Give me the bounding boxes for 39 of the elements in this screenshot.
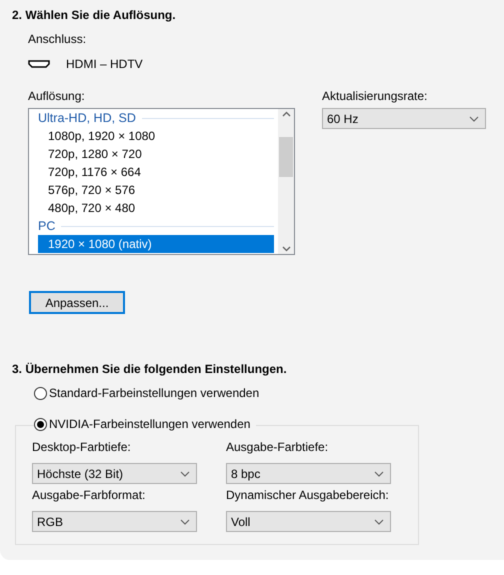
list-item[interactable]: 576p, 720 × 576: [38, 181, 274, 199]
radio-label: NVIDIA-Farbeinstellungen verwenden: [49, 416, 250, 433]
scrollbar[interactable]: [278, 109, 294, 254]
field-label: Anschluss:: [28, 32, 88, 47]
radio-button[interactable]: [34, 386, 47, 400]
dropdown[interactable]: 8 bpc: [226, 463, 391, 484]
field-label: Desktop-Farbtiefe:: [32, 440, 132, 455]
section-heading: 2. Wählen Sie die Auflösung.: [12, 7, 177, 24]
list-item[interactable]: 1080p, 1920 × 1080: [38, 127, 274, 145]
chevron-up-icon: [282, 111, 290, 117]
resolution-list[interactable]: Ultra-HD, HD, SD 1080p, 1920 × 1080 720p, 1280 × 720 720p, 1176 × 664 576p, 720 × 576 480p, 720 × 480 PC 1920 × 1080 (nativ): [28, 108, 295, 255]
chevron-down-icon: [469, 116, 479, 122]
hdmi-port-icon: [28, 60, 50, 68]
field-label: Ausgabe-Farbformat:: [32, 488, 146, 503]
refresh-rate-dropdown[interactable]: 60 Hz: [322, 108, 486, 129]
group-header: Ultra-HD, HD, SD: [38, 110, 136, 127]
list-item[interactable]: 720p, 1280 × 720: [38, 145, 274, 163]
radio-button[interactable]: [34, 418, 47, 430]
field-label: Auflösung:: [28, 89, 86, 104]
scrollbar-thumb[interactable]: [279, 136, 293, 176]
radio-label: Standard-Farbeinstellungen verwenden: [49, 385, 260, 402]
dropdown[interactable]: RGB: [32, 511, 197, 532]
list-item[interactable]: 480p, 720 × 480: [38, 199, 274, 217]
chevron-down-icon: [180, 518, 190, 524]
chevron-down-icon: [374, 518, 384, 524]
section-heading: 3. Übernehmen Sie die folgenden Einstellungen.: [12, 361, 288, 378]
field-label: Dynamischer Ausgabebereich:: [226, 488, 390, 503]
chevron-down-icon: [180, 470, 190, 476]
connector-name: HDMI – HDTV: [66, 56, 143, 73]
dropdown[interactable]: Höchste (32 Bit): [32, 463, 197, 484]
chevron-down-icon: [282, 246, 290, 252]
customize-button[interactable]: Anpassen...: [29, 291, 125, 314]
list-item[interactable]: 1920 × 1080 (nativ): [38, 235, 274, 253]
field-label: Ausgabe-Farbtiefe:: [226, 440, 330, 455]
chevron-down-icon: [374, 470, 384, 476]
dropdown[interactable]: Voll: [226, 511, 391, 532]
group-header: PC: [38, 218, 56, 235]
field-label: Aktualisierungsrate:: [322, 89, 428, 104]
list-item[interactable]: 720p, 1176 × 664: [38, 163, 274, 181]
